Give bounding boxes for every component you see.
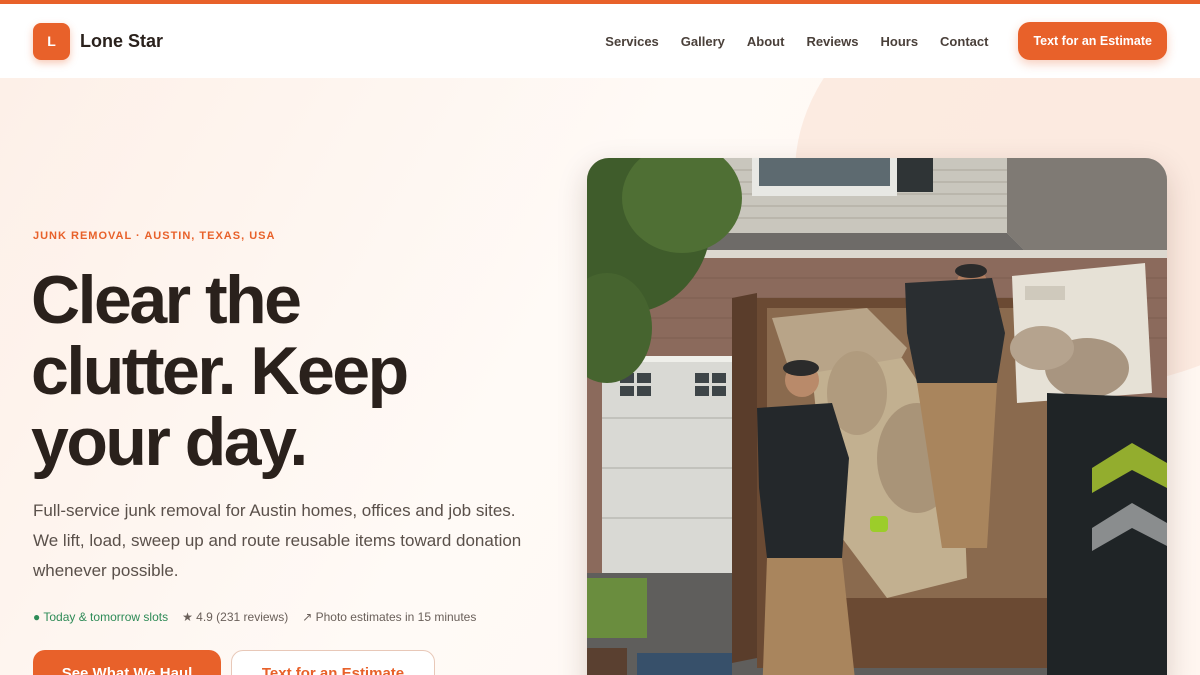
rating-badge: ★ 4.9 (231 reviews)	[182, 610, 289, 624]
headline-line-3: your day.	[31, 404, 308, 480]
nav-contact[interactable]: Contact	[940, 34, 988, 49]
brand-name[interactable]: Lone Star	[80, 31, 163, 52]
hero-meta: ● Today & tomorrow slots ★ 4.9 (231 revi…	[33, 610, 476, 624]
logo-icon[interactable]: L	[33, 22, 70, 60]
nav-gallery[interactable]: Gallery	[681, 34, 725, 49]
hero-headline: Clear the clutter. Keep your day.	[31, 265, 551, 478]
main-nav: Services Gallery About Reviews Hours Con…	[605, 34, 988, 49]
nav-about[interactable]: About	[747, 34, 785, 49]
availability-badge: ● Today & tomorrow slots	[33, 610, 169, 624]
header-estimate-button[interactable]: Text for an Estimate	[1018, 22, 1167, 60]
hero-lead: Full-service junk removal for Austin hom…	[33, 501, 522, 580]
headline-line-1: Clear the	[31, 262, 302, 338]
hero-photo	[587, 158, 1167, 675]
hero-estimate-button[interactable]: Text for an Estimate	[231, 650, 435, 675]
headline-line-2: clutter. Keep	[31, 333, 409, 409]
hero-eyebrow: JUNK REMOVAL · AUSTIN, TEXAS, USA	[33, 230, 276, 242]
site-header: L Lone Star Services Gallery About Revie…	[0, 4, 1200, 78]
nav-services[interactable]: Services	[605, 34, 659, 49]
estimate-speed-badge: ↗ Photo estimates in 15 minutes	[302, 610, 477, 624]
junk-removal-crew-image	[587, 158, 1167, 675]
nav-reviews[interactable]: Reviews	[806, 34, 858, 49]
nav-hours[interactable]: Hours	[880, 34, 918, 49]
see-what-we-haul-button[interactable]: See What We Haul	[33, 650, 221, 675]
